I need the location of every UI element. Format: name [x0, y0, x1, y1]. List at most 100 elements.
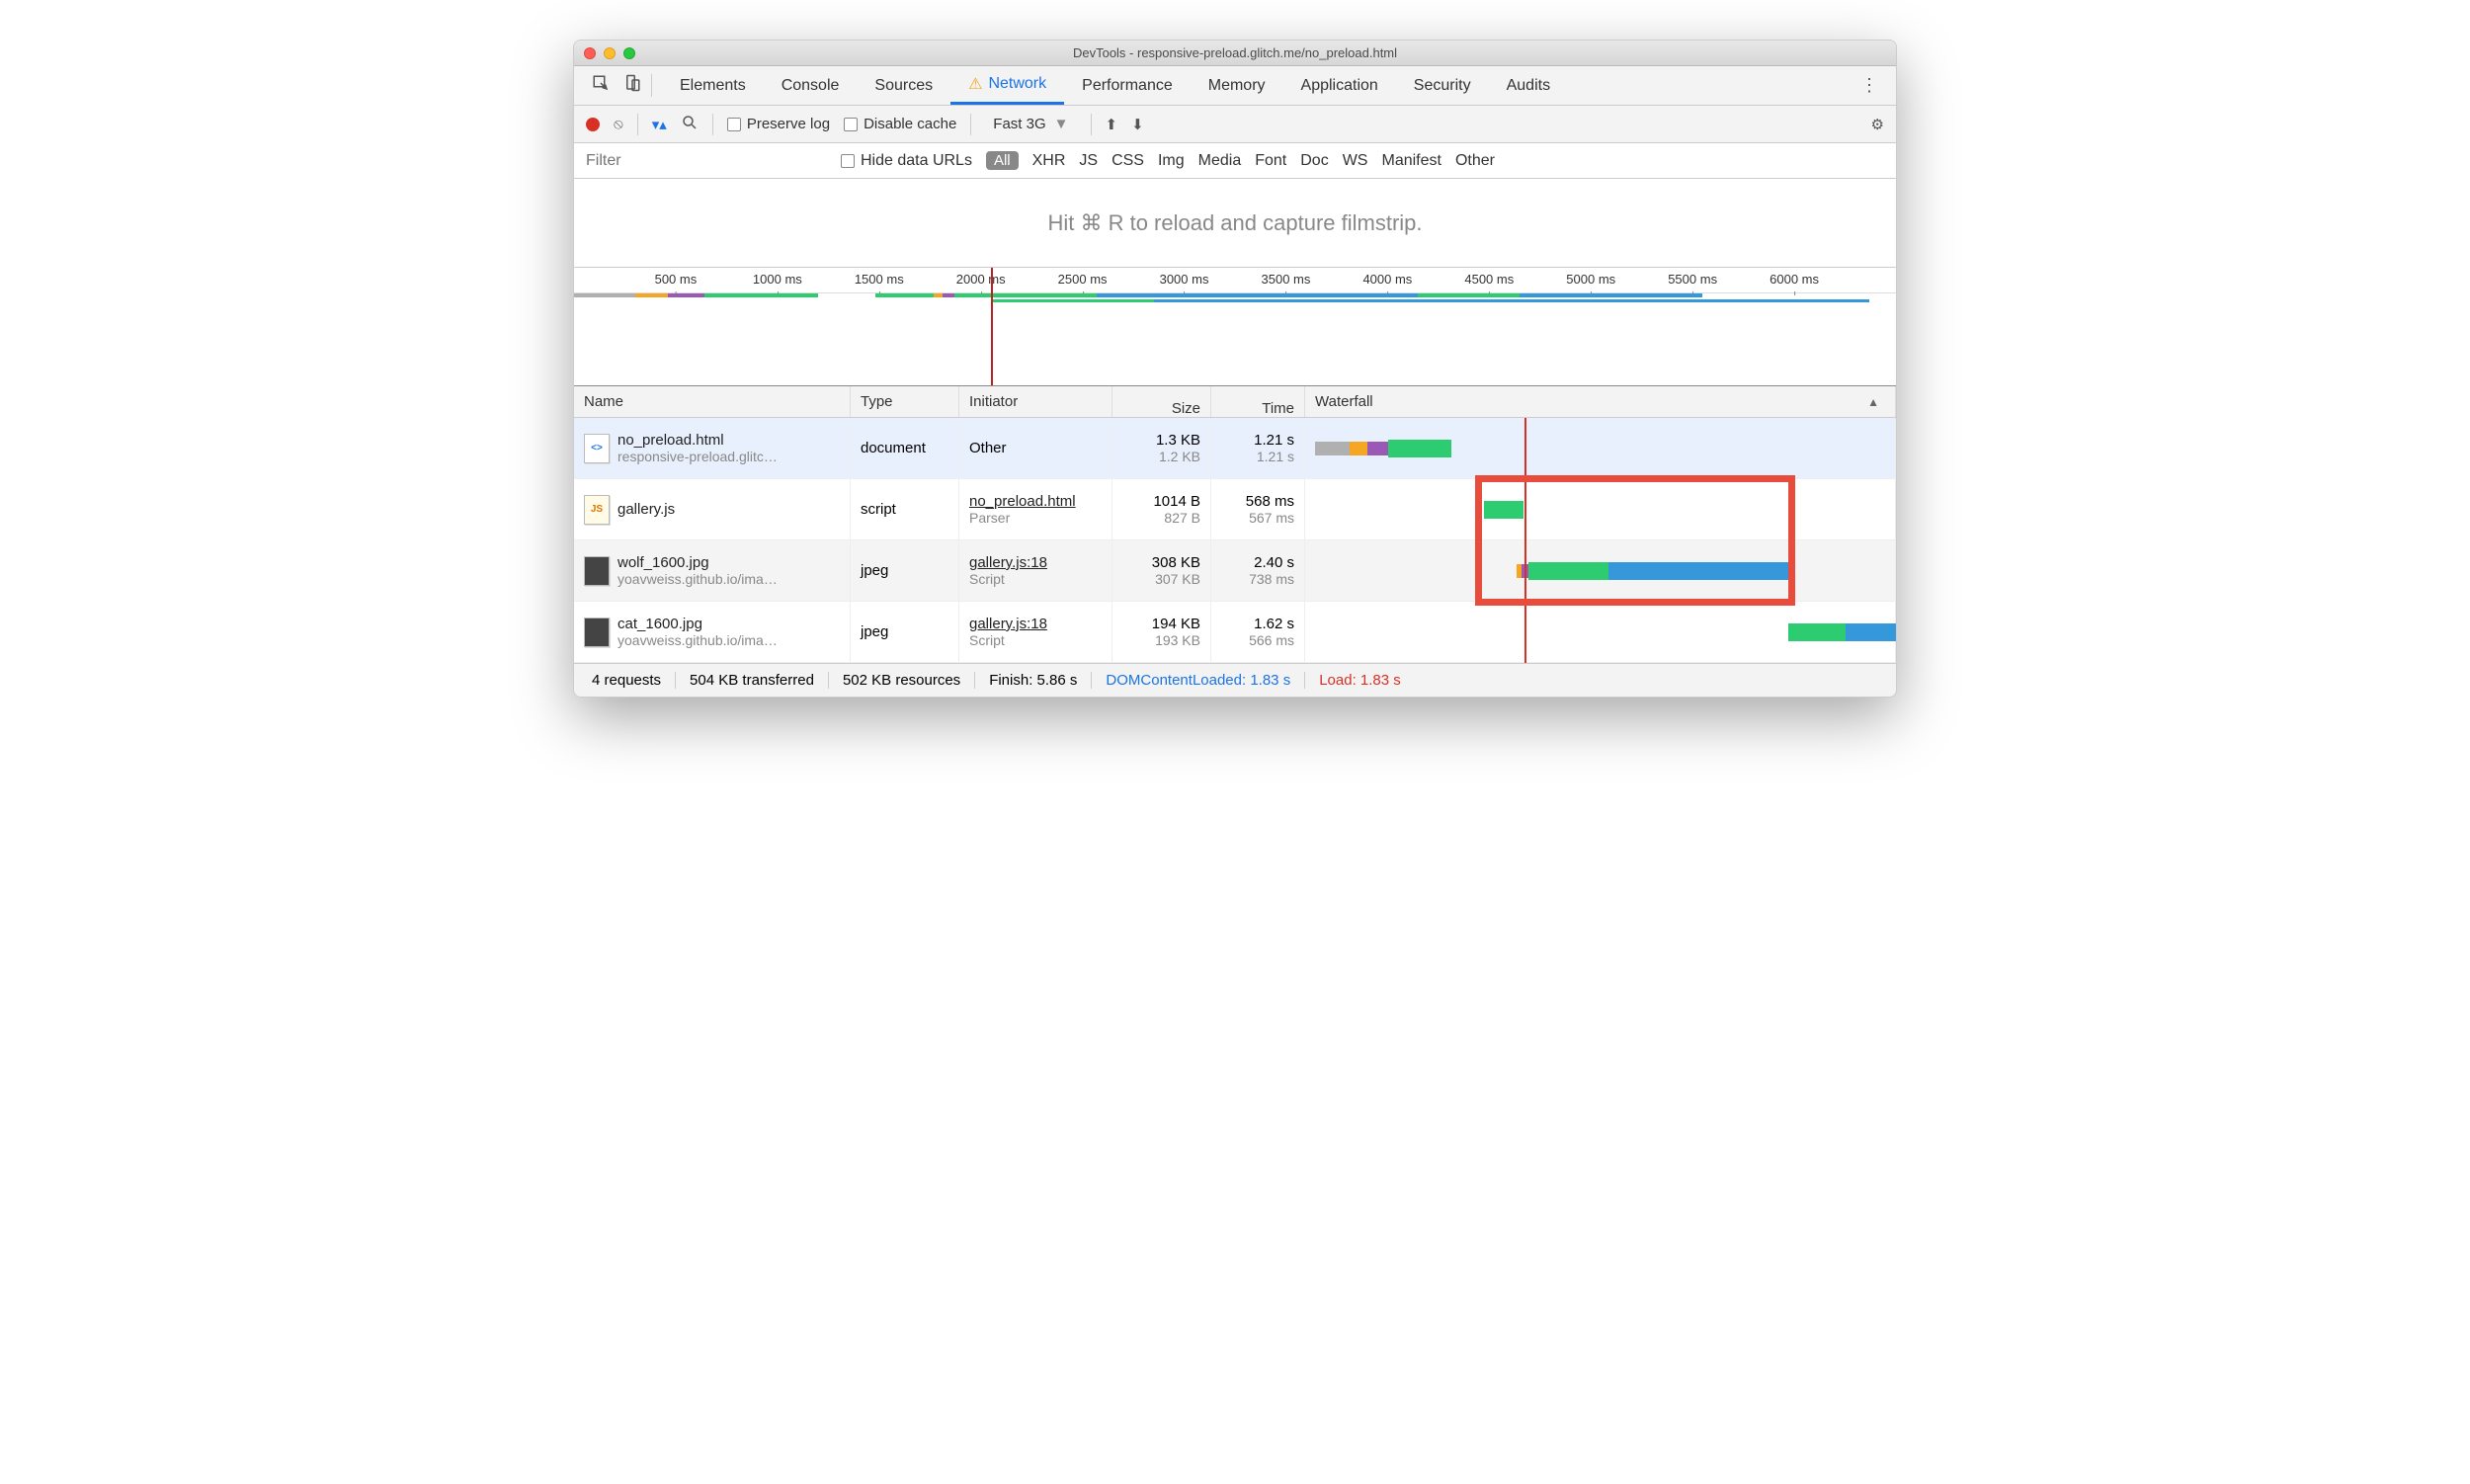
- filter-type-js[interactable]: JS: [1079, 152, 1098, 170]
- kebab-menu-icon[interactable]: ⋮: [1851, 75, 1888, 96]
- request-initiator[interactable]: gallery.js:18: [969, 554, 1102, 571]
- tab-elements[interactable]: Elements: [662, 66, 764, 105]
- throttling-value: Fast 3G: [993, 116, 1045, 132]
- file-img-icon: [584, 618, 610, 647]
- size: 194 KB: [1152, 616, 1200, 632]
- col-initiator[interactable]: Initiator: [959, 386, 1112, 417]
- waterfall-segment-ttfb: [1388, 440, 1452, 457]
- disable-cache-checkbox[interactable]: Disable cache: [844, 116, 956, 132]
- request-initiator[interactable]: gallery.js:18: [969, 616, 1102, 632]
- tab-sources[interactable]: Sources: [857, 66, 950, 105]
- col-type[interactable]: Type: [851, 386, 959, 417]
- tick-label: 4000 ms: [1362, 272, 1412, 287]
- tick-label: 3000 ms: [1160, 272, 1209, 287]
- time: 2.40 s: [1254, 554, 1294, 571]
- device-toggle-icon[interactable]: [623, 74, 641, 97]
- hide-data-urls-checkbox[interactable]: Hide data URLs: [841, 152, 972, 170]
- table-row[interactable]: JSgallery.jsscriptno_preload.htmlParser1…: [574, 479, 1896, 540]
- tab-network[interactable]: ⚠Network: [950, 66, 1064, 105]
- requests-table: Name Type Initiator Size Time Waterfall▲…: [574, 386, 1896, 663]
- waterfall-segment-queue: [1315, 442, 1350, 455]
- request-domain: responsive-preload.glitc…: [618, 449, 778, 464]
- tick-label: 2000 ms: [956, 272, 1006, 287]
- download-har-icon[interactable]: ⬇: [1131, 116, 1144, 133]
- filter-type-doc[interactable]: Doc: [1300, 152, 1328, 170]
- overview-segment: [704, 293, 818, 297]
- request-type: jpeg: [851, 602, 959, 662]
- filter-type-ws[interactable]: WS: [1343, 152, 1368, 170]
- upload-har-icon[interactable]: ⬆: [1106, 116, 1118, 133]
- size-content: 1.2 KB: [1159, 449, 1200, 464]
- preserve-log-checkbox[interactable]: Preserve log: [727, 116, 830, 132]
- request-domain: yoavweiss.github.io/ima…: [618, 632, 778, 648]
- time-latency: 738 ms: [1249, 571, 1294, 587]
- sort-indicator-icon: ▲: [1867, 395, 1879, 409]
- filter-type-other[interactable]: Other: [1455, 152, 1495, 170]
- timeline-overview[interactable]: 500 ms1000 ms1500 ms2000 ms2500 ms3000 m…: [574, 268, 1896, 386]
- network-toolbar: ⦸ ▾▴ Preserve log Disable cache Fast 3G …: [574, 106, 1896, 143]
- throttling-select[interactable]: Fast 3G ▼: [985, 114, 1076, 134]
- search-icon[interactable]: [681, 114, 699, 135]
- status-requests: 4 requests: [578, 672, 676, 689]
- window-title: DevTools - responsive-preload.glitch.me/…: [574, 45, 1896, 60]
- filter-type-font[interactable]: Font: [1255, 152, 1286, 170]
- tab-audits[interactable]: Audits: [1489, 66, 1568, 105]
- initiator-type: Script: [969, 632, 1102, 648]
- tick-label: 2500 ms: [1058, 272, 1108, 287]
- filter-type-media[interactable]: Media: [1198, 152, 1242, 170]
- overview-segment: [574, 293, 635, 297]
- request-name: gallery.js: [618, 501, 675, 518]
- col-time[interactable]: Time: [1211, 386, 1305, 417]
- filter-type-img[interactable]: Img: [1158, 152, 1185, 170]
- request-name: wolf_1600.jpg: [618, 554, 778, 571]
- filter-toggle-icon[interactable]: ▾▴: [652, 116, 667, 133]
- table-row[interactable]: <>no_preload.htmlresponsive-preload.glit…: [574, 418, 1896, 479]
- col-size[interactable]: Size: [1112, 386, 1211, 417]
- filter-type-css[interactable]: CSS: [1112, 152, 1144, 170]
- titlebar: DevTools - responsive-preload.glitch.me/…: [574, 41, 1896, 66]
- status-resources: 502 KB resources: [829, 672, 975, 689]
- size-content: 307 KB: [1155, 571, 1200, 587]
- tab-label: Sources: [874, 77, 933, 95]
- disable-cache-label: Disable cache: [864, 116, 956, 132]
- time: 568 ms: [1246, 493, 1294, 510]
- settings-icon[interactable]: ⚙: [1871, 116, 1884, 133]
- tab-label: Elements: [680, 77, 746, 95]
- request-initiator[interactable]: no_preload.html: [969, 493, 1102, 510]
- tab-performance[interactable]: Performance: [1064, 66, 1191, 105]
- tab-console[interactable]: Console: [764, 66, 858, 105]
- clear-icon[interactable]: ⦸: [614, 116, 623, 132]
- size-content: 193 KB: [1155, 632, 1200, 648]
- initiator-type: Script: [969, 571, 1102, 587]
- table-row[interactable]: cat_1600.jpgyoavweiss.github.io/ima… jpeg…: [574, 602, 1896, 663]
- col-waterfall[interactable]: Waterfall▲: [1305, 386, 1896, 417]
- inspect-icon[interactable]: [592, 74, 610, 97]
- file-img-icon: [584, 556, 610, 586]
- size-content: 827 B: [1164, 510, 1200, 526]
- col-name[interactable]: Name: [574, 386, 851, 417]
- request-type: document: [851, 418, 959, 478]
- separator: [1091, 114, 1092, 135]
- tab-memory[interactable]: Memory: [1191, 66, 1283, 105]
- filter-type-manifest[interactable]: Manifest: [1381, 152, 1441, 170]
- tab-application[interactable]: Application: [1283, 66, 1396, 105]
- filter-type-all[interactable]: All: [986, 151, 1019, 170]
- separator: [970, 114, 971, 135]
- overview-segment: [668, 293, 704, 297]
- tick-label: 6000 ms: [1770, 272, 1819, 287]
- overview-segment: [635, 293, 668, 297]
- size: 1014 B: [1153, 493, 1200, 510]
- tab-security[interactable]: Security: [1396, 66, 1489, 105]
- tick-label: 1500 ms: [855, 272, 904, 287]
- filter-input[interactable]: [580, 148, 827, 174]
- filter-type-xhr[interactable]: XHR: [1032, 152, 1066, 170]
- table-row[interactable]: wolf_1600.jpgyoavweiss.github.io/ima…jpe…: [574, 540, 1896, 602]
- tick-label: 3500 ms: [1262, 272, 1311, 287]
- record-button[interactable]: [586, 118, 600, 131]
- timing-marker: [1524, 418, 1526, 663]
- time-latency: 566 ms: [1249, 632, 1294, 648]
- request-name: cat_1600.jpg: [618, 616, 778, 632]
- request-name: no_preload.html: [618, 432, 778, 449]
- tab-label: Application: [1301, 77, 1378, 95]
- overview-marker: [991, 268, 993, 385]
